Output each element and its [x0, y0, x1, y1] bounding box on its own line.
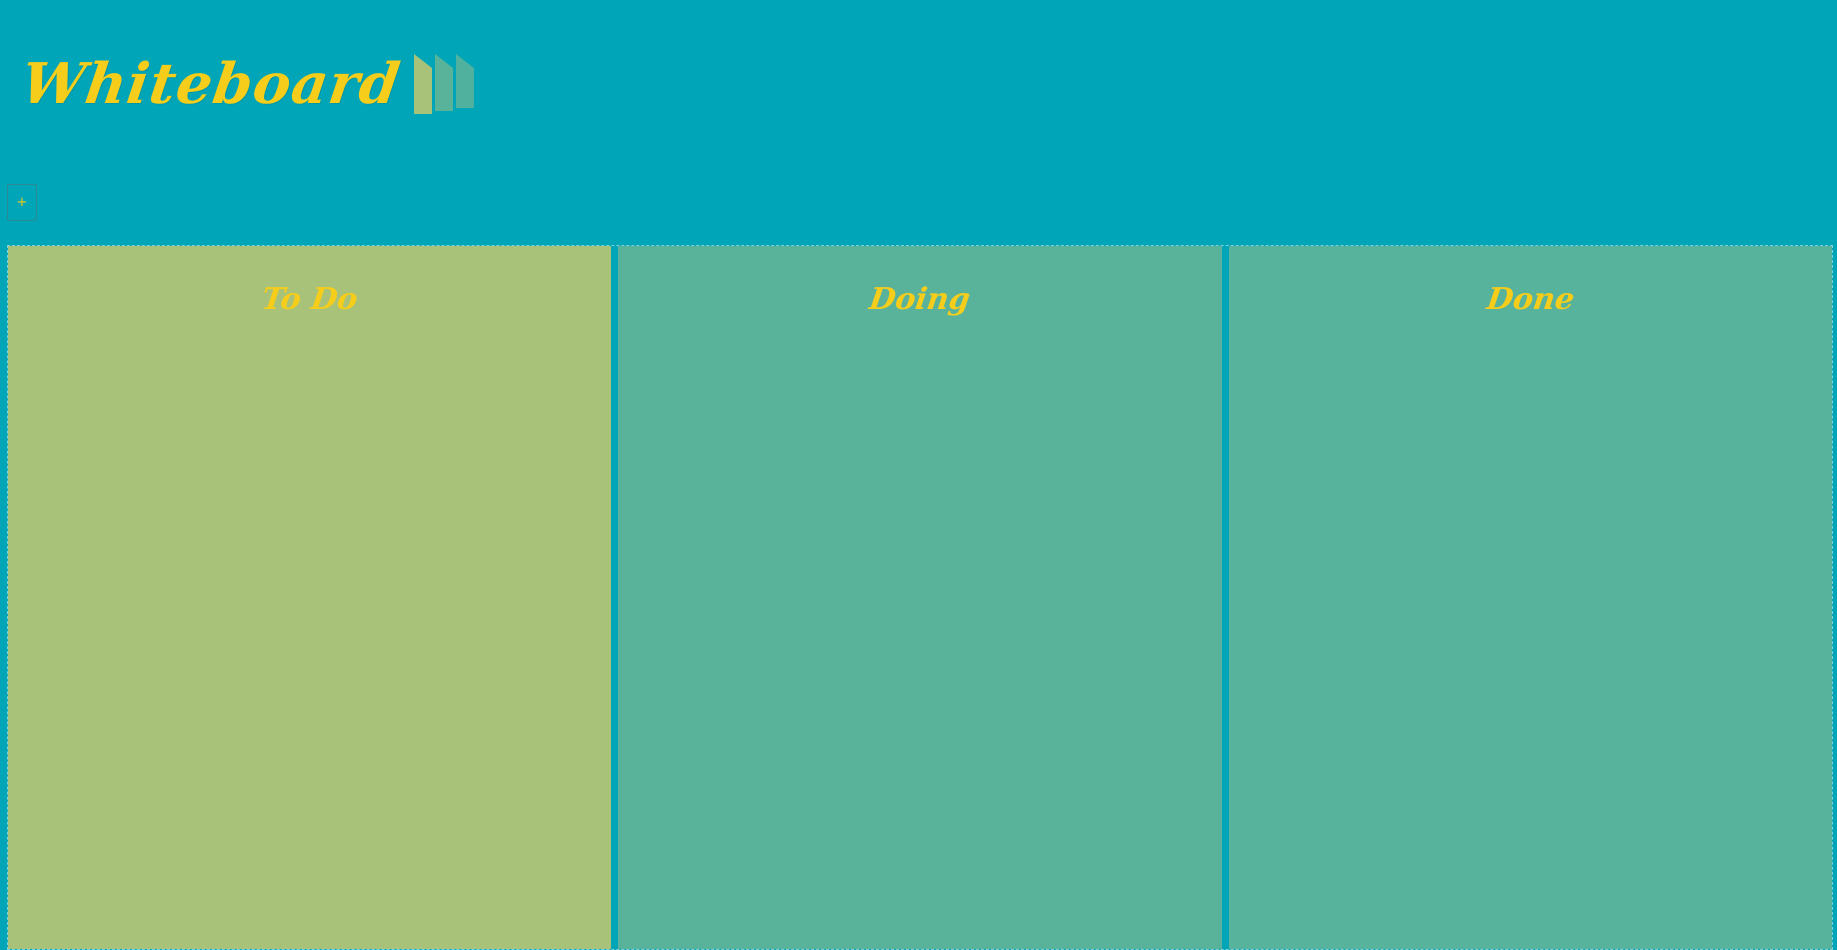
brand: Whiteboard	[17, 51, 474, 117]
add-card-button[interactable]: +	[7, 184, 37, 221]
column-title: Done	[1484, 282, 1577, 317]
column-todo[interactable]: To Do	[8, 246, 612, 949]
column-title: Doing	[867, 282, 973, 317]
column-doing[interactable]: Doing	[618, 246, 1222, 949]
app-title: Whiteboard	[17, 51, 405, 117]
column-title: To Do	[259, 282, 360, 317]
app-header: Whiteboard	[0, 0, 1837, 180]
board: To Do Doing Done	[7, 245, 1833, 950]
column-done[interactable]: Done	[1228, 246, 1832, 949]
whiteboard-columns-icon	[413, 54, 474, 114]
